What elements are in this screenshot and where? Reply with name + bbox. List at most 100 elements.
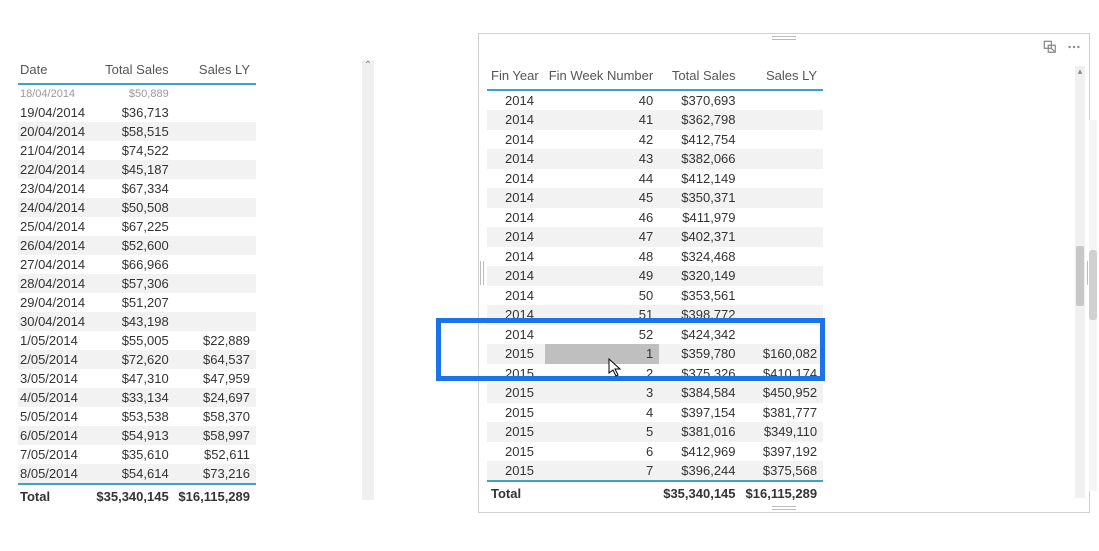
cell-week: 51 — [545, 305, 660, 325]
cell-sales-ly — [742, 169, 824, 189]
scrollbar-thumb[interactable] — [1076, 246, 1084, 306]
cell-year: 2014 — [487, 188, 545, 208]
cell-week: 48 — [545, 247, 660, 267]
cell-date: 18/04/2014 — [18, 84, 93, 103]
table-row[interactable]: 201440$370,693 — [487, 90, 823, 110]
cell-sales: $375,326 — [659, 364, 741, 384]
table-row[interactable]: 23/04/2014$67,334 — [18, 179, 256, 198]
cell-sales-ly: $73,216 — [175, 464, 256, 484]
cell-date: 3/05/2014 — [18, 369, 93, 388]
table-row[interactable]: 1/05/2014$55,005$22,889 — [18, 331, 256, 350]
table-row[interactable]: 201449$320,149 — [487, 266, 823, 286]
table-row[interactable]: 22/04/2014$45,187 — [18, 160, 256, 179]
cell-sales: $45,187 — [93, 160, 175, 179]
table-row[interactable]: 30/04/2014$43,198 — [18, 312, 256, 331]
scroll-up-icon[interactable]: ▴ — [1075, 66, 1085, 76]
resize-handle-top[interactable] — [772, 36, 796, 40]
col-sales-ly[interactable]: Sales LY — [175, 58, 256, 84]
right-visual-container[interactable]: Fin Year Fin Week Number Total Sales Sal… — [478, 33, 1090, 513]
table-row[interactable]: 20/04/2014$58,515 — [18, 122, 256, 141]
table-row[interactable]: 6/05/2014$54,913$58,997 — [18, 426, 256, 445]
table-row[interactable]: 18/04/2014$50,889 — [18, 84, 256, 103]
table-row[interactable]: 7/05/2014$35,610$52,611 — [18, 445, 256, 464]
scroll-up-icon[interactable]: ⌃ — [362, 60, 374, 72]
table-row[interactable]: 201448$324,468 — [487, 247, 823, 267]
visual-header — [1043, 40, 1081, 54]
cell-sales: $57,306 — [93, 274, 175, 293]
scrollbar-thumb[interactable] — [1089, 250, 1097, 320]
cell-sales: $411,979 — [659, 208, 741, 228]
table-row[interactable]: 201442$412,754 — [487, 130, 823, 150]
col-total-sales[interactable]: Total Sales — [93, 58, 175, 84]
col-date[interactable]: Date — [18, 58, 93, 84]
table-row[interactable]: 201443$382,066 — [487, 149, 823, 169]
cell-sales-ly — [742, 208, 824, 228]
cell-sales-ly — [175, 293, 256, 312]
table-row[interactable]: 28/04/2014$57,306 — [18, 274, 256, 293]
cell-sales-ly — [742, 266, 824, 286]
cell-year: 2014 — [487, 325, 545, 345]
cell-sales-ly — [742, 247, 824, 267]
table-row[interactable]: 2/05/2014$72,620$64,537 — [18, 350, 256, 369]
cell-sales-ly: $58,997 — [175, 426, 256, 445]
date-sales-table[interactable]: Date Total Sales Sales LY 18/04/2014$50,… — [18, 58, 256, 506]
table-row[interactable]: 24/04/2014$50,508 — [18, 198, 256, 217]
col-sales-ly[interactable]: Sales LY — [742, 64, 824, 90]
table-row[interactable]: 201447$402,371 — [487, 227, 823, 247]
table-row[interactable]: 20154$397,154$381,777 — [487, 403, 823, 423]
table-row[interactable]: 29/04/2014$51,207 — [18, 293, 256, 312]
table-row[interactable]: 201446$411,979 — [487, 208, 823, 228]
table-row[interactable]: 20152$375,326$410,174 — [487, 364, 823, 384]
more-options-icon[interactable] — [1067, 40, 1081, 54]
cell-sales-ly: $450,952 — [742, 383, 824, 403]
cell-year: 2014 — [487, 149, 545, 169]
table-row[interactable]: 201451$398,772 — [487, 305, 823, 325]
table-row[interactable]: 25/04/2014$67,225 — [18, 217, 256, 236]
page-scrollbar[interactable] — [1089, 120, 1097, 491]
cell-date: 29/04/2014 — [18, 293, 93, 312]
cell-year: 2014 — [487, 208, 545, 228]
cell-date: 5/05/2014 — [18, 407, 93, 426]
cell-year: 2014 — [487, 247, 545, 267]
table-row[interactable]: 3/05/2014$47,310$47,959 — [18, 369, 256, 388]
table-row[interactable]: 19/04/2014$36,713 — [18, 103, 256, 122]
cell-sales: $66,966 — [93, 255, 175, 274]
table-row[interactable]: 20155$381,016$349,110 — [487, 422, 823, 442]
cell-year: 2015 — [487, 422, 545, 442]
cell-week: 6 — [545, 442, 660, 462]
table-row[interactable]: 26/04/2014$52,600 — [18, 236, 256, 255]
table-row[interactable]: 201441$362,798 — [487, 110, 823, 130]
table-row[interactable]: 8/05/2014$54,614$73,216 — [18, 464, 256, 484]
table-row[interactable]: 201445$350,371 — [487, 188, 823, 208]
left-scrollbar[interactable]: ⌃ — [362, 60, 374, 500]
right-scrollbar[interactable]: ▴ — [1075, 66, 1085, 498]
table-row[interactable]: 201444$412,149 — [487, 169, 823, 189]
col-total-sales[interactable]: Total Sales — [659, 64, 741, 90]
table-row[interactable]: 201450$353,561 — [487, 286, 823, 306]
cell-sales-ly — [175, 122, 256, 141]
cell-date: 7/05/2014 — [18, 445, 93, 464]
table-row[interactable]: 4/05/2014$33,134$24,697 — [18, 388, 256, 407]
cell-sales-ly — [175, 198, 256, 217]
resize-handle-bottom[interactable] — [772, 506, 796, 510]
table-row[interactable]: 20157$396,244$375,568 — [487, 461, 823, 481]
table-row[interactable]: 21/04/2014$74,522 — [18, 141, 256, 160]
col-fin-week[interactable]: Fin Week Number — [545, 64, 660, 90]
resize-handle-left[interactable] — [480, 261, 484, 285]
cell-year: 2015 — [487, 383, 545, 403]
table-row[interactable]: 20151$359,780$160,082 — [487, 344, 823, 364]
table-row[interactable]: 20156$412,969$397,192 — [487, 442, 823, 462]
cell-week: 52 — [545, 325, 660, 345]
cell-date: 26/04/2014 — [18, 236, 93, 255]
col-fin-year[interactable]: Fin Year — [487, 64, 545, 90]
cell-sales: $50,889 — [93, 84, 175, 103]
fin-week-table[interactable]: Fin Year Fin Week Number Total Sales Sal… — [487, 64, 823, 500]
table-row[interactable]: 5/05/2014$53,538$58,370 — [18, 407, 256, 426]
table-row[interactable]: 20153$384,584$450,952 — [487, 383, 823, 403]
cell-sales-ly — [742, 130, 824, 150]
table-row[interactable]: 201452$424,342 — [487, 325, 823, 345]
table-row[interactable]: 27/04/2014$66,966 — [18, 255, 256, 274]
cell-year: 2015 — [487, 461, 545, 481]
focus-mode-icon[interactable] — [1043, 40, 1057, 54]
cell-date: 6/05/2014 — [18, 426, 93, 445]
